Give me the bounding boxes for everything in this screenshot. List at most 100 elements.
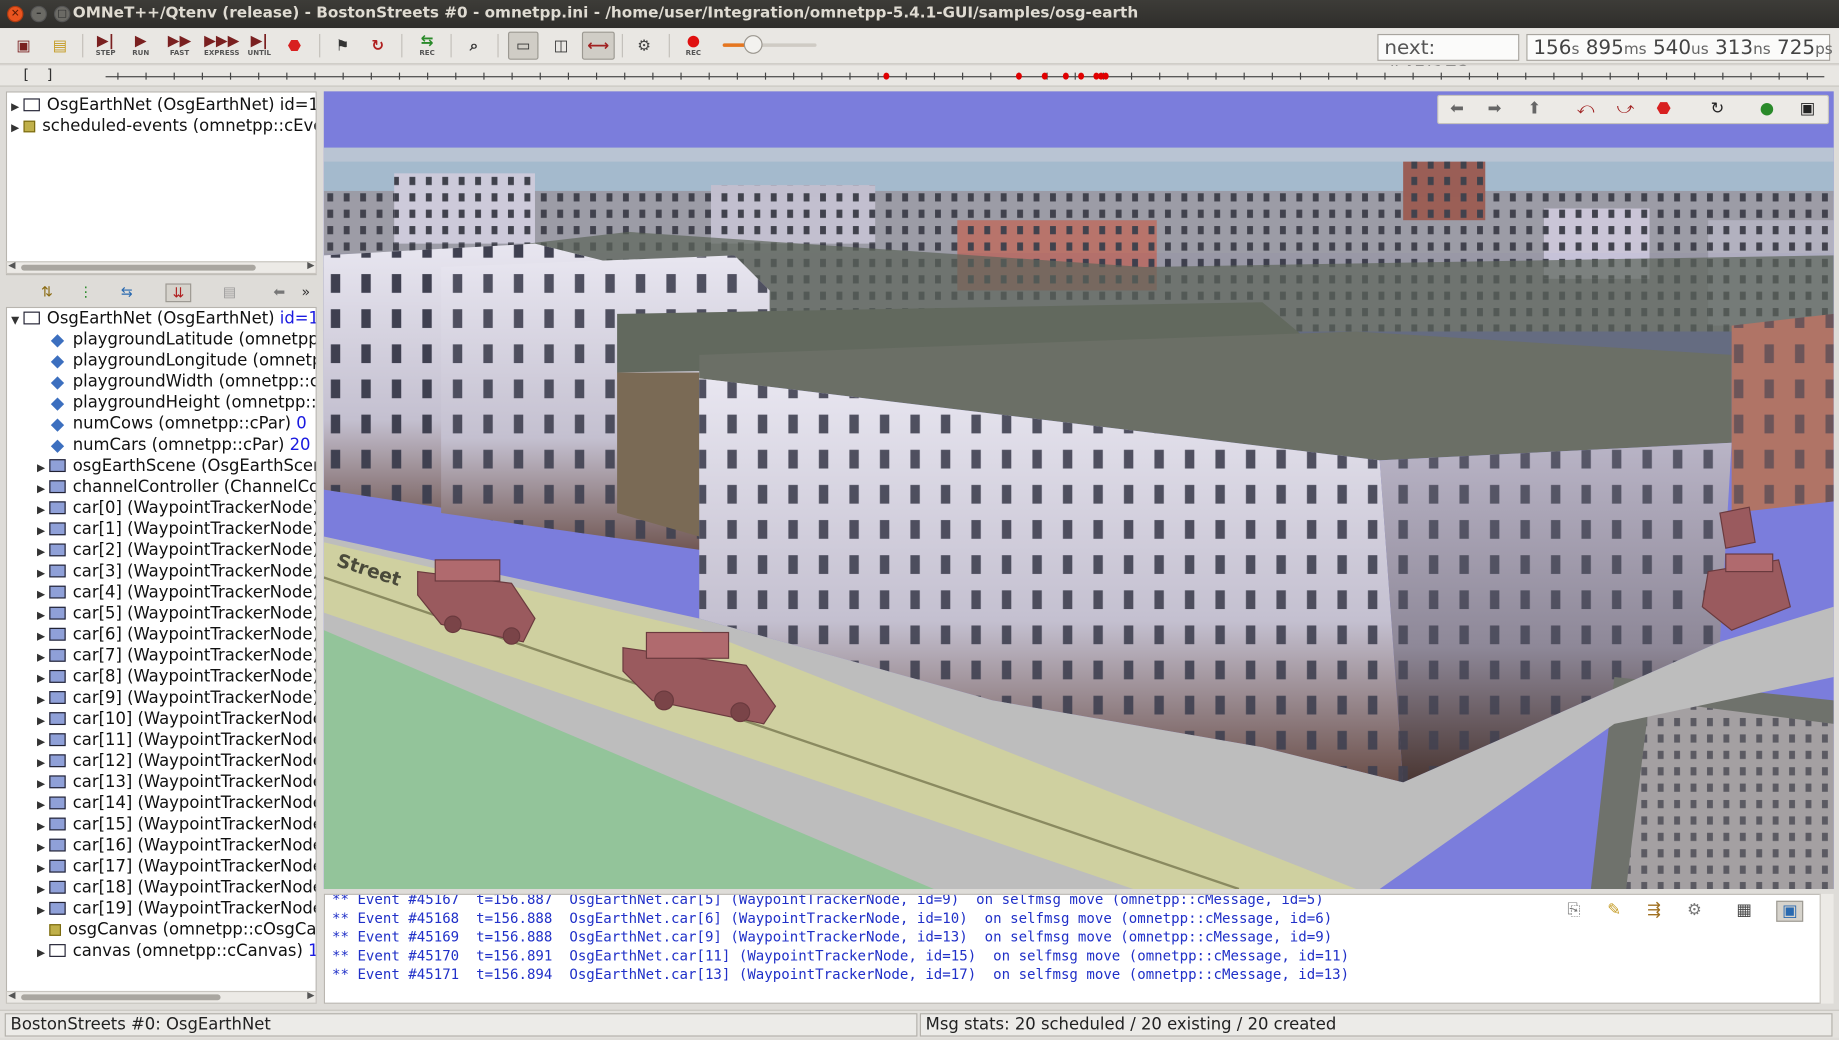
children-mode-icon[interactable]: ⇊ [165, 283, 192, 303]
tree-mode-icon[interactable]: ⋮ [79, 283, 93, 299]
timeline-tick [567, 72, 570, 80]
timeline-toggle-button[interactable]: ⟷ [581, 31, 615, 60]
flat-mode-icon[interactable]: ⇆ [121, 283, 133, 299]
view-forward-arrow-icon[interactable]: ➡ [1488, 100, 1502, 119]
collapse-arrow-icon[interactable]: ▼ [7, 310, 23, 331]
inspector-item[interactable]: ▶ car[1] (WaypointTrackerNode) [33, 519, 316, 540]
osg-3d-view[interactable]: Street [323, 91, 1834, 890]
inspector-item[interactable]: osgCanvas (omnetpp::cOsgCa [33, 919, 316, 940]
log-vscrollbar[interactable] [1819, 893, 1834, 1004]
view-back-arrow-icon[interactable]: ⬅ [1450, 100, 1464, 119]
city-scene: Street [323, 91, 1834, 890]
stop-button[interactable]: ⬣ [282, 32, 308, 60]
inspector-item[interactable]: ▶ car[14] (WaypointTrackerNode [33, 793, 316, 814]
video-record-button[interactable]: ● REC [678, 32, 709, 60]
module-icon [49, 627, 66, 641]
inspector-item[interactable]: ▶ car[16] (WaypointTrackerNode [33, 835, 316, 856]
inspector-item[interactable]: ▶ osgEarthScene (OsgEarthScen [33, 456, 316, 477]
stop-icon: ⬣ [287, 36, 302, 55]
inspector-item[interactable]: ▶ car[0] (WaypointTrackerNode) [33, 498, 316, 519]
timeline-event-marker[interactable] [1078, 72, 1085, 80]
tree-item-osgearthnet[interactable]: ▶ OsgEarthNet (OsgEarthNet) id=1 [7, 95, 315, 116]
timeline-event-marker[interactable] [883, 72, 890, 80]
rebuild-button[interactable]: ↻ [364, 32, 392, 60]
finish-button[interactable]: ⚑ [328, 32, 356, 60]
module-view-icon[interactable]: ▣ [1800, 100, 1816, 119]
finish-flag-icon: ⚑ [335, 36, 350, 55]
inspector-item[interactable]: ▶ car[19] (WaypointTrackerNode [33, 898, 316, 919]
grouped-mode-icon[interactable]: ▤ [223, 283, 236, 299]
inspector-item[interactable]: ▶ car[4] (WaypointTrackerNode) [33, 582, 316, 603]
log-mode-icon[interactable]: ▣ [1776, 900, 1804, 922]
inspector-item[interactable]: ▶ car[13] (WaypointTrackerNode [33, 772, 316, 793]
load-button[interactable]: ▤ [45, 32, 76, 60]
until-button[interactable]: ▶| UNTIL [242, 32, 277, 60]
inspector-item[interactable]: ▶canvas (omnetpp::cCanvas) 1 t [33, 941, 316, 964]
find-log-icon[interactable]: ✎ [1607, 901, 1621, 920]
layout-vertical-button[interactable]: ◫ [546, 32, 577, 60]
filter-icon[interactable]: ⇶ [1647, 901, 1661, 920]
window-maximize-button[interactable]: □ [53, 5, 71, 23]
module-icon [49, 733, 66, 747]
inspector-item[interactable]: playgroundHeight (omnetpp:: [33, 392, 316, 413]
inspector-item[interactable]: ▶ car[7] (WaypointTrackerNode) [33, 645, 316, 666]
view-up-arrow-icon[interactable]: ⬆ [1528, 100, 1542, 119]
module-icon [49, 669, 66, 683]
expand-arrow-icon[interactable]: ▶ [33, 943, 49, 964]
inspector-item[interactable]: ▶ car[18] (WaypointTrackerNode [33, 877, 316, 898]
new-run-button[interactable]: ▣ [9, 32, 37, 60]
inspector-item[interactable]: playgroundLongitude (omnetp [33, 350, 316, 371]
timeline-tick [849, 72, 851, 80]
module-icon [49, 564, 66, 578]
back-arrow-icon[interactable]: ⬅ [273, 283, 285, 299]
inspector-item[interactable]: ▶ car[11] (WaypointTrackerNode [33, 730, 316, 751]
inspector-item[interactable]: numCows (omnetpp::cPar) 0 [33, 413, 307, 434]
view-refresh-icon[interactable]: ↻ [1711, 100, 1725, 119]
inspector-item[interactable]: ▶ car[2] (WaypointTrackerNode) [33, 540, 316, 561]
animation-slower-icon[interactable]: ⤺ [1577, 100, 1595, 119]
express-button[interactable]: ▶▶▶ EXPRESS [202, 32, 242, 60]
inspector-item[interactable]: ▶ channelController (ChannelCo [33, 477, 316, 498]
globe-view-icon[interactable]: ● [1760, 100, 1774, 119]
inspector-hscrollbar[interactable]: ◀ ▶ [5, 990, 317, 1004]
inspector-item[interactable]: ▶ car[10] (WaypointTrackerNode [33, 709, 316, 730]
inspector-item[interactable]: ▶ car[9] (WaypointTrackerNode) [33, 688, 316, 709]
inspector-item[interactable]: ▶ car[6] (WaypointTrackerNode) [33, 624, 316, 645]
animation-faster-icon[interactable]: ⤻ [1617, 100, 1635, 119]
log-settings-gear-icon[interactable]: ⚙ [1687, 901, 1702, 920]
inspector-item[interactable]: ▶ car[8] (WaypointTrackerNode) [33, 666, 316, 687]
inspector-item[interactable]: ▶ car[15] (WaypointTrackerNode [33, 814, 316, 835]
timeline-tick [1497, 72, 1499, 80]
timeline-event-marker[interactable] [1041, 72, 1048, 80]
copy-icon[interactable]: ⎘ [1567, 901, 1580, 920]
layout-horizontal-button[interactable]: ▭ [507, 31, 539, 60]
run-button[interactable]: ▶ RUN [124, 32, 157, 60]
go-to-parent-icon[interactable]: ⇅ [41, 283, 53, 299]
inspector-item[interactable]: ▶ car[17] (WaypointTrackerNode [33, 856, 316, 877]
preferences-button[interactable]: ⚙ [630, 32, 658, 60]
event-timeline[interactable]: [ ] [0, 65, 1839, 87]
find-button[interactable]: ⌕ [460, 32, 488, 60]
inspector-item[interactable]: playgroundWidth (omnetpp::c [33, 371, 316, 392]
timeline-event-marker[interactable] [1015, 72, 1022, 80]
window-close-button[interactable]: ✕ [7, 5, 24, 23]
timeline-event-marker[interactable] [1102, 72, 1109, 80]
inspector-item[interactable]: numCars (omnetpp::cPar) 20 [33, 435, 311, 456]
view-stop-icon[interactable]: ⬣ [1657, 100, 1671, 119]
inspector-item[interactable]: ▶ car[3] (WaypointTrackerNode) [33, 561, 316, 582]
inspector-item[interactable]: ▶ car[12] (WaypointTrackerNode [33, 751, 316, 772]
expand-arrow-icon[interactable]: ▶ [7, 118, 23, 139]
fast-button[interactable]: ▶▶ FAST [163, 32, 196, 60]
record-event-log-button[interactable]: ⇆ REC [411, 32, 444, 60]
inspector-item[interactable]: playgroundLatitude (omnetpp [33, 329, 316, 350]
window-minimize-button[interactable]: – [30, 5, 47, 23]
messages-mode-icon[interactable]: ▦ [1736, 901, 1752, 920]
object-tree-hscrollbar[interactable]: ◀ ▶ [5, 260, 317, 275]
tree-item-scheduled-events[interactable]: ▶ scheduled-events (omnetpp::cEve [7, 116, 315, 139]
event-log-panel[interactable]: ** Event #45167 t=156.887 OsgEarthNet.ca… [323, 893, 1834, 1004]
step-button[interactable]: ▶| STEP [89, 32, 122, 60]
timeline-event-marker[interactable] [1062, 72, 1069, 80]
more-icon[interactable]: » [302, 283, 311, 299]
inspector-item[interactable]: ▶ car[5] (WaypointTrackerNode) [33, 603, 316, 624]
inspector-root[interactable]: ▼ OsgEarthNet (OsgEarthNet) id=1 [7, 308, 315, 331]
